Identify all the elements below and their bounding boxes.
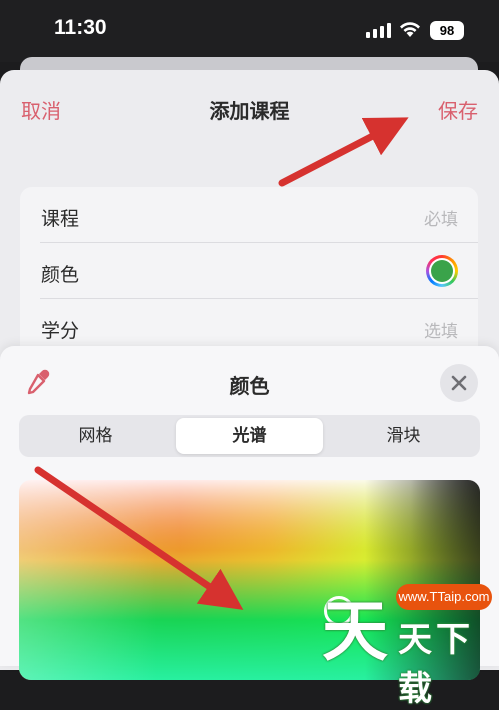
course-form: 课程 必填 颜色 学分 选填 [20,187,478,367]
tab-spectrum[interactable]: 光谱 [176,418,323,454]
status-time: 11:30 [54,16,107,39]
watermark-text: 天下载 [398,620,474,709]
color-label: 颜色 [41,264,80,286]
picker-mode-tabs: 网格 光谱 滑块 [19,415,480,457]
close-icon [451,375,467,391]
credit-input[interactable]: 选填 [424,317,458,342]
page-title: 添加课程 [209,99,290,123]
course-input[interactable]: 必填 [424,205,458,230]
wifi-icon [400,22,420,37]
watermark-badge: www.TTaip.com [396,584,492,610]
watermark-logo: 天 [322,593,388,670]
course-row[interactable]: 课程 必填 [20,187,478,243]
cellular-signal-icon [366,22,392,38]
status-bar: 11:30 98 [0,0,499,62]
credit-label: 学分 [41,320,80,342]
color-row[interactable]: 颜色 [20,243,478,299]
save-button[interactable]: 保存 [438,95,478,124]
color-well-button[interactable] [426,255,458,287]
course-label: 课程 [41,208,80,230]
picker-title: 颜色 [229,374,270,398]
close-button[interactable] [440,364,478,402]
tab-sliders[interactable]: 滑块 [330,418,477,454]
tab-grid[interactable]: 网格 [22,418,169,454]
battery-indicator: 98 [430,21,464,40]
